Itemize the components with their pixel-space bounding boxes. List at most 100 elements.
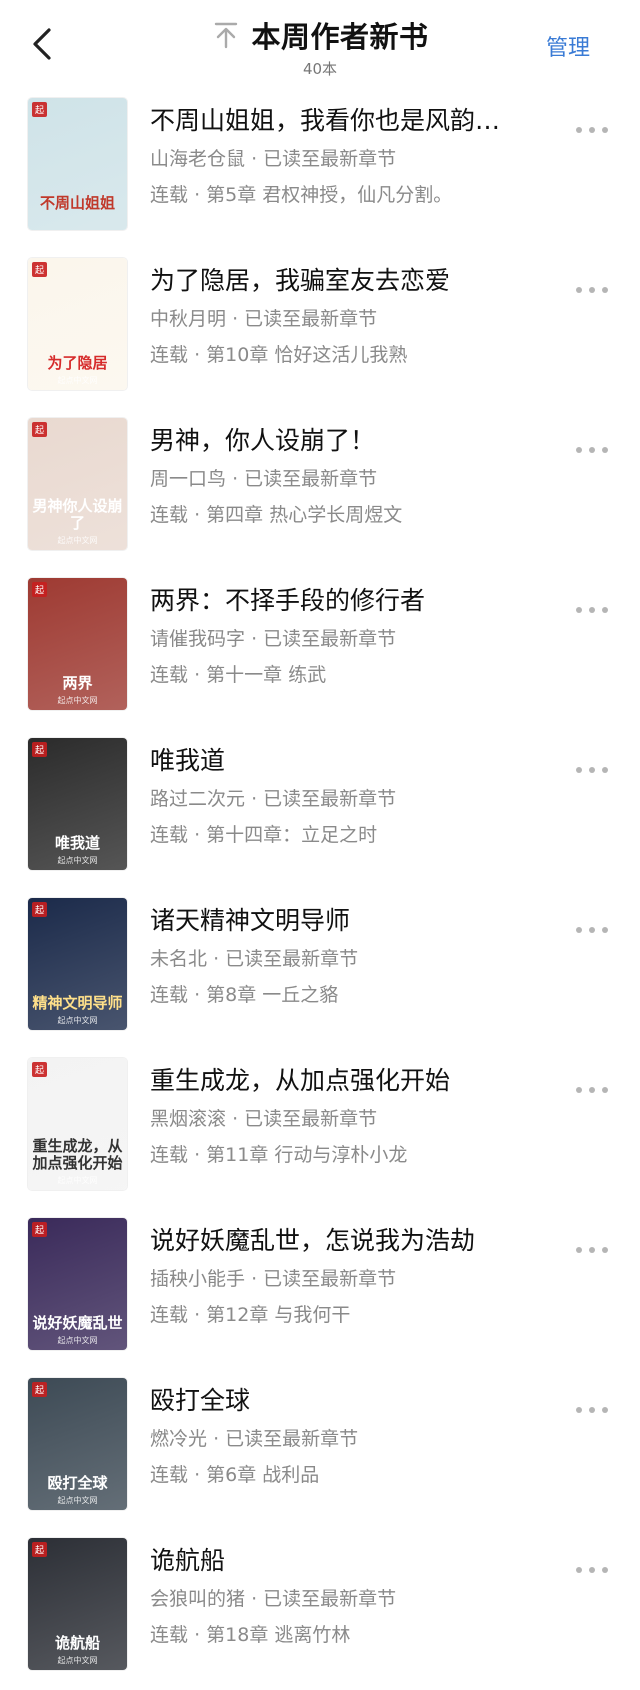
publisher-badge: 起	[32, 1542, 48, 1557]
cover-title: 重生成龙，从加点强化开始	[32, 1136, 123, 1172]
more-options-button[interactable]	[572, 278, 612, 298]
book-info[interactable]: 两界：不择手段的修行者 请催我码字 · 已读至最新章节 连载 · 第十一章 练武	[150, 584, 545, 688]
book-meta: 未名北 · 已读至最新章节	[150, 946, 545, 972]
more-options-button[interactable]	[572, 758, 612, 778]
cover-title: 两界	[62, 673, 93, 692]
meta-separator: ·	[194, 984, 207, 1006]
chapter-title: 第12章 与我何干	[206, 1304, 351, 1326]
book-author: 请催我码字	[150, 628, 246, 650]
chapter-title: 第10章 恰好这活儿我熟	[206, 344, 408, 366]
meta-separator: ·	[194, 824, 207, 846]
book-title: 诸天精神文明导师	[150, 906, 351, 935]
book-list: 起 不周山姐姐 不周山姐姐，我看你也是风韵… 山海老仓鼠 · 已读至最新章节 连…	[0, 90, 640, 1690]
latest-chapter: 连载 · 第12章 与我何干	[150, 1302, 545, 1328]
book-title: 为了隐居，我骗室友去恋爱	[150, 266, 451, 295]
more-dots-icon	[575, 1079, 609, 1098]
read-status: 已读至最新章节	[263, 628, 397, 650]
more-dots-icon	[575, 1559, 609, 1578]
cover-title: 精神文明导师	[32, 993, 123, 1012]
book-list-item[interactable]: 起 殴打全球 起点中文网 殴打全球 燃冷光 · 已读至最新章节 连载 · 第6章…	[0, 1370, 640, 1530]
meta-separator: ·	[251, 148, 264, 170]
cover-title: 诡航船	[54, 1633, 100, 1652]
book-cover[interactable]: 起 两界 起点中文网	[28, 578, 127, 710]
meta-separator: ·	[194, 184, 207, 206]
book-cover[interactable]: 起 重生成龙，从加点强化开始 起点中文网	[28, 1058, 127, 1190]
top-bar: 本周作者新书 40本 管理	[0, 0, 640, 90]
latest-chapter: 连载 · 第11章 行动与淳朴小龙	[150, 1142, 545, 1168]
chapter-title: 第十一章 练武	[206, 664, 327, 686]
serial-status: 连载	[150, 984, 189, 1006]
meta-separator: ·	[194, 504, 207, 526]
latest-chapter: 连载 · 第6章 战利品	[150, 1462, 545, 1488]
book-cover[interactable]: 起 男神你人设崩了 起点中文网	[28, 418, 127, 550]
book-info[interactable]: 男神，你人设崩了！ 周一口鸟 · 已读至最新章节 连载 · 第四章 热心学长周煜…	[150, 424, 545, 528]
meta-separator: ·	[251, 1268, 264, 1290]
book-info[interactable]: 诡航船 会狼叫的猪 · 已读至最新章节 连载 · 第18章 逃离竹林	[150, 1544, 545, 1648]
cover-publisher: 起点中文网	[57, 1336, 98, 1345]
chapter-title: 第6章 战利品	[206, 1464, 320, 1486]
book-title: 男神，你人设崩了！	[150, 426, 376, 455]
more-options-button[interactable]	[572, 438, 612, 458]
more-dots-icon	[575, 439, 609, 458]
book-list-item[interactable]: 起 两界 起点中文网 两界：不择手段的修行者 请催我码字 · 已读至最新章节 连…	[0, 570, 640, 730]
publisher-badge: 起	[32, 1382, 48, 1397]
more-dots-icon	[575, 1399, 609, 1418]
book-info[interactable]: 重生成龙，从加点强化开始 黑烟滚滚 · 已读至最新章节 连载 · 第11章 行动…	[150, 1064, 545, 1168]
book-author: 周一口鸟	[150, 468, 227, 490]
book-info[interactable]: 唯我道 路过二次元 · 已读至最新章节 连载 · 第十四章：立足之时	[150, 744, 545, 848]
more-options-button[interactable]	[572, 918, 612, 938]
more-options-button[interactable]	[572, 1558, 612, 1578]
book-title: 两界：不择手段的修行者	[150, 586, 426, 615]
book-cover[interactable]: 起 不周山姐姐	[28, 98, 127, 230]
book-meta: 插秧小能手 · 已读至最新章节	[150, 1266, 545, 1292]
book-title: 唯我道	[150, 746, 226, 775]
more-options-button[interactable]	[572, 1398, 612, 1418]
book-list-item[interactable]: 起 不周山姐姐 不周山姐姐，我看你也是风韵… 山海老仓鼠 · 已读至最新章节 连…	[0, 90, 640, 250]
more-options-button[interactable]	[572, 118, 612, 138]
book-cover[interactable]: 起 精神文明导师 起点中文网	[28, 898, 127, 1030]
book-info[interactable]: 不周山姐姐，我看你也是风韵… 山海老仓鼠 · 已读至最新章节 连载 · 第5章 …	[150, 104, 545, 208]
book-info[interactable]: 说好妖魔乱世，怎说我为浩劫 插秧小能手 · 已读至最新章节 连载 · 第12章 …	[150, 1224, 545, 1328]
more-options-button[interactable]	[572, 1078, 612, 1098]
meta-separator: ·	[251, 788, 264, 810]
book-list-item[interactable]: 起 男神你人设崩了 起点中文网 男神，你人设崩了！ 周一口鸟 · 已读至最新章节…	[0, 410, 640, 570]
latest-chapter: 连载 · 第8章 一丘之貉	[150, 982, 545, 1008]
book-title: 不周山姐姐，我看你也是风韵…	[150, 106, 501, 135]
read-status: 已读至最新章节	[244, 308, 378, 330]
arrow-up-to-top-icon[interactable]	[211, 20, 241, 50]
serial-status: 连载	[150, 1304, 189, 1326]
book-list-item[interactable]: 起 为了隐居 起点中文网 为了隐居，我骗室友去恋爱 中秋月明 · 已读至最新章节…	[0, 250, 640, 410]
book-list-item[interactable]: 起 重生成龙，从加点强化开始 起点中文网 重生成龙，从加点强化开始 黑烟滚滚 ·…	[0, 1050, 640, 1210]
read-status: 已读至最新章节	[244, 468, 378, 490]
book-title: 殴打全球	[150, 1386, 251, 1415]
serial-status: 连载	[150, 504, 189, 526]
book-cover[interactable]: 起 殴打全球 起点中文网	[28, 1378, 127, 1510]
book-list-item[interactable]: 起 说好妖魔乱世 起点中文网 说好妖魔乱世，怎说我为浩劫 插秧小能手 · 已读至…	[0, 1210, 640, 1370]
more-dots-icon	[575, 759, 609, 778]
book-meta: 路过二次元 · 已读至最新章节	[150, 786, 545, 812]
more-dots-icon	[575, 279, 609, 298]
more-options-button[interactable]	[572, 598, 612, 618]
book-list-item[interactable]: 起 精神文明导师 起点中文网 诸天精神文明导师 未名北 · 已读至最新章节 连载…	[0, 890, 640, 1050]
book-cover[interactable]: 起 为了隐居 起点中文网	[28, 258, 127, 390]
book-title: 重生成龙，从加点强化开始	[150, 1066, 451, 1095]
book-cover[interactable]: 起 唯我道 起点中文网	[28, 738, 127, 870]
meta-separator: ·	[194, 1304, 207, 1326]
book-info[interactable]: 诸天精神文明导师 未名北 · 已读至最新章节 连载 · 第8章 一丘之貉	[150, 904, 545, 1008]
book-list-item[interactable]: 起 唯我道 起点中文网 唯我道 路过二次元 · 已读至最新章节 连载 · 第十四…	[0, 730, 640, 890]
cover-title: 为了隐居	[47, 353, 108, 372]
read-status: 已读至最新章节	[263, 1268, 397, 1290]
manage-button[interactable]: 管理	[546, 30, 590, 62]
book-cover[interactable]: 起 说好妖魔乱世 起点中文网	[28, 1218, 127, 1350]
book-cover[interactable]: 起 诡航船 起点中文网	[28, 1538, 127, 1670]
book-info[interactable]: 殴打全球 燃冷光 · 已读至最新章节 连载 · 第6章 战利品	[150, 1384, 545, 1488]
book-title: 说好妖魔乱世，怎说我为浩劫	[150, 1226, 476, 1255]
book-info[interactable]: 为了隐居，我骗室友去恋爱 中秋月明 · 已读至最新章节 连载 · 第10章 恰好…	[150, 264, 545, 368]
cover-title: 殴打全球	[47, 1473, 108, 1492]
cover-publisher: 起点中文网	[57, 1176, 98, 1185]
chapter-title: 第11章 行动与淳朴小龙	[206, 1144, 408, 1166]
book-list-item[interactable]: 起 诡航船 起点中文网 诡航船 会狼叫的猪 · 已读至最新章节 连载 · 第18…	[0, 1530, 640, 1690]
publisher-badge: 起	[32, 582, 48, 597]
more-options-button[interactable]	[572, 1238, 612, 1258]
book-author: 山海老仓鼠	[150, 148, 246, 170]
